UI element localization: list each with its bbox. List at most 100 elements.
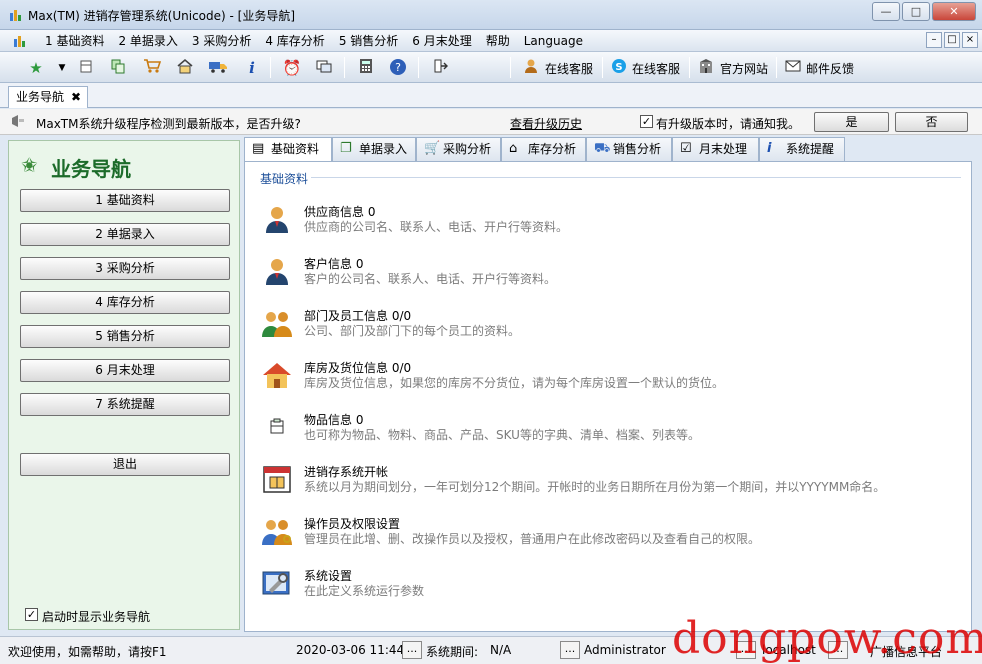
document-icon[interactable] bbox=[76, 58, 96, 78]
menu-app-icon bbox=[14, 36, 25, 47]
upgrade-history-link[interactable]: 查看升级历史 bbox=[510, 115, 582, 132]
status-bar: 欢迎使用，如需帮助，请按F1 2020-03-06 11:44 ... 系统期间… bbox=[0, 613, 982, 664]
list-item-open-accounts[interactable]: 进销存系统开帐 系统以月为期间划分，一年可划分12个期间。开帐时的业务日期所在月… bbox=[259, 460, 959, 506]
customer-service-icon[interactable] bbox=[521, 58, 541, 78]
nav-button-inventory-analysis[interactable]: 4 库存分析 bbox=[20, 291, 230, 314]
notify-checkbox-label: 有升级版本时，请通知我。 bbox=[656, 117, 801, 131]
group-icon bbox=[261, 308, 293, 340]
close-button[interactable]: ✕ bbox=[932, 2, 976, 21]
help-icon[interactable]: ? bbox=[388, 58, 408, 78]
tab-sales-analysis[interactable]: ⛟ 销售分析 bbox=[586, 137, 672, 161]
upgrade-yes-button[interactable]: 是 bbox=[814, 112, 889, 132]
menu-document-entry[interactable]: 2 单据录入 bbox=[111, 33, 184, 49]
tab-month-end[interactable]: ☑ 月末处理 bbox=[672, 137, 759, 161]
tab-system-reminder[interactable]: i 系统提醒 bbox=[759, 137, 845, 161]
list-item-system-settings[interactable]: 系统设置 在此定义系统运行参数 bbox=[259, 564, 959, 610]
official-site-link[interactable]: 官方网站 bbox=[720, 60, 768, 77]
tab-label: 基础资料 bbox=[271, 142, 320, 156]
tab-label: 月末处理 bbox=[699, 142, 748, 156]
notify-checkbox[interactable]: ✓ bbox=[640, 115, 653, 128]
nav-button-basic-data[interactable]: 1 基础资料 bbox=[20, 189, 230, 212]
toolbar-separator bbox=[510, 57, 511, 78]
maximize-button[interactable]: □ bbox=[902, 2, 930, 21]
item-description: 公司、部门及部门下的每个员工的资料。 bbox=[304, 324, 521, 338]
users-key-icon bbox=[261, 516, 293, 548]
menu-help[interactable]: 帮助 bbox=[479, 33, 517, 49]
person-icon bbox=[261, 204, 293, 236]
person-icon bbox=[261, 256, 293, 288]
basic-data-panel: 基础资料 供应商信息 0 供应商的公司名、联系人、电话、开户行等资料。 客户信息… bbox=[244, 161, 972, 632]
nav-exit-button[interactable]: 退出 bbox=[20, 453, 230, 476]
truck-icon[interactable] bbox=[208, 58, 228, 78]
tab-basic-data[interactable]: ▤ 基础资料 bbox=[244, 137, 332, 162]
window-switch-icon[interactable] bbox=[314, 58, 334, 78]
list-item-department-staff[interactable]: 部门及员工信息 0/0 公司、部门及部门下的每个员工的资料。 bbox=[259, 304, 959, 350]
tab-document-entry[interactable]: ❐ 单据录入 bbox=[332, 137, 416, 161]
startup-show-checkbox[interactable]: ✓ bbox=[25, 608, 38, 621]
toolbar-separator bbox=[270, 57, 271, 78]
doc-tab-close-icon[interactable]: ✖ bbox=[71, 87, 81, 107]
menu-sales-analysis[interactable]: 5 销售分析 bbox=[332, 33, 405, 49]
menu-language[interactable]: Language bbox=[517, 33, 590, 49]
list-item-operator-permissions[interactable]: 操作员及权限设置 管理员在此增、删、改操作员以及授权，普通用户在此修改密码以及查… bbox=[259, 512, 959, 558]
toolbar-separator bbox=[344, 57, 345, 78]
star-icon[interactable]: ★ bbox=[26, 58, 46, 78]
menu-inventory-analysis[interactable]: 4 库存分析 bbox=[258, 33, 331, 49]
tab-purchase-analysis[interactable]: 🛒 采购分析 bbox=[416, 137, 501, 161]
online-service-link-1[interactable]: 在线客服 bbox=[545, 60, 593, 77]
cart-icon[interactable] bbox=[142, 58, 162, 78]
item-description: 供应商的公司名、联系人、电话、开户行等资料。 bbox=[304, 220, 569, 234]
item-description: 库房及货位信息，如果您的库房不分货位，请为每个库房设置一个默认的货位。 bbox=[304, 376, 725, 390]
list-item-goods-info[interactable]: 物品信息 0 也可称为物品、物料、商品、产品、SKU等的字典、清单、档案、列表等… bbox=[259, 408, 959, 454]
mdi-close-button[interactable]: × bbox=[962, 32, 978, 48]
copy-icon: ❐ bbox=[340, 141, 352, 156]
period-more-button[interactable]: ... bbox=[560, 641, 580, 659]
info-icon[interactable]: i bbox=[242, 58, 262, 78]
status-user: Administrator bbox=[584, 643, 666, 657]
calculator-icon[interactable] bbox=[356, 58, 376, 78]
status-datetime: 2020-03-06 11:44 bbox=[296, 643, 405, 657]
nav-button-month-end[interactable]: 6 月末处理 bbox=[20, 359, 230, 382]
mdi-minimize-button[interactable]: – bbox=[926, 32, 942, 48]
mdi-restore-button[interactable]: □ bbox=[944, 32, 960, 48]
exit-door-icon[interactable] bbox=[430, 58, 450, 78]
document-icon: ▤ bbox=[252, 141, 265, 156]
menu-month-end[interactable]: 6 月末处理 bbox=[405, 33, 478, 49]
dropdown-arrow-icon[interactable]: ▼ bbox=[52, 58, 72, 78]
nav-button-sales-analysis[interactable]: 5 销售分析 bbox=[20, 325, 230, 348]
list-item-customer-info[interactable]: 客户信息 0 客户的公司名、联系人、电话、开户行等资料。 bbox=[259, 252, 959, 298]
copy-icon[interactable] bbox=[108, 58, 128, 78]
menu-basic-data[interactable]: 1 基础资料 bbox=[38, 33, 111, 49]
startup-show-label: 启动时显示业务导航 bbox=[42, 610, 151, 624]
tab-inventory-analysis[interactable]: ⌂ 库存分析 bbox=[501, 137, 586, 161]
tab-business-navigation[interactable]: 业务导航 ✖ bbox=[8, 86, 88, 108]
online-service-link-2[interactable]: 在线客服 bbox=[632, 60, 680, 77]
skype-icon[interactable]: S bbox=[609, 58, 629, 78]
nav-button-document-entry[interactable]: 2 单据录入 bbox=[20, 223, 230, 246]
mail-icon[interactable] bbox=[783, 58, 803, 78]
notification-icon bbox=[10, 114, 26, 132]
home-icon[interactable] bbox=[175, 58, 195, 78]
building-icon[interactable] bbox=[696, 58, 716, 78]
minimize-button[interactable]: — bbox=[872, 2, 900, 21]
nav-button-purchase-analysis[interactable]: 3 采购分析 bbox=[20, 257, 230, 280]
content-tab-strip: ▤ 基础资料 ❐ 单据录入 🛒 采购分析 ⌂ 库存分析 ⛟ 销售分析 ☑ 月末处… bbox=[244, 137, 972, 162]
alarm-clock-icon[interactable]: ⏰ bbox=[282, 58, 302, 78]
truck-icon: ⛟ bbox=[594, 141, 611, 156]
item-description: 也可称为物品、物料、商品、产品、SKU等的字典、清单、档案、列表等。 bbox=[304, 428, 700, 442]
nav-button-system-reminder[interactable]: 7 系统提醒 bbox=[20, 393, 230, 416]
document-tab-strip: 业务导航 ✖ bbox=[0, 83, 982, 108]
svg-text:?: ? bbox=[395, 61, 401, 74]
datetime-more-button[interactable]: ... bbox=[402, 641, 422, 659]
checklist-icon: ☑ bbox=[680, 141, 692, 156]
upgrade-no-button[interactable]: 否 bbox=[895, 112, 968, 132]
mail-feedback-link[interactable]: 邮件反馈 bbox=[806, 60, 854, 77]
business-navigation-panel: ✬ 业务导航 1 基础资料 2 单据录入 3 采购分析 4 库存分析 5 销售分… bbox=[8, 140, 240, 630]
menu-purchase-analysis[interactable]: 3 采购分析 bbox=[185, 33, 258, 49]
item-description: 管理员在此增、删、改操作员以及授权，普通用户在此修改密码以及查看自己的权限。 bbox=[304, 532, 761, 546]
list-item-supplier-info[interactable]: 供应商信息 0 供应商的公司名、联系人、电话、开户行等资料。 bbox=[259, 200, 959, 246]
status-period-value: N/A bbox=[490, 643, 512, 657]
item-description: 客户的公司名、联系人、电话、开户行等资料。 bbox=[304, 272, 557, 286]
list-item-warehouse-location[interactable]: 库房及货位信息 0/0 库房及货位信息，如果您的库房不分货位，请为每个库房设置一… bbox=[259, 356, 959, 402]
calendar-icon bbox=[261, 464, 293, 496]
